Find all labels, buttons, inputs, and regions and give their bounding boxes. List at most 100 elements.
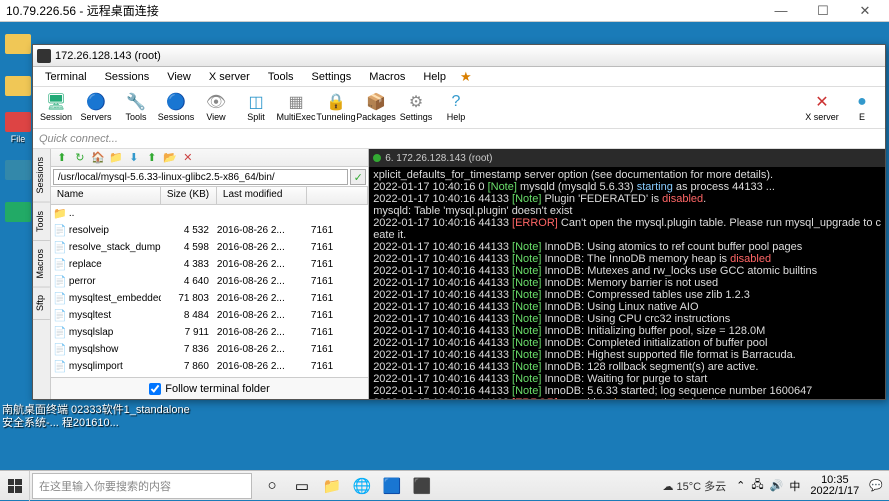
moba-app-icon — [37, 49, 51, 63]
toolbar-sessions-button[interactable]: 🔵Sessions — [157, 89, 195, 127]
terminal-tab-label: 6. 172.26.128.143 (root) — [385, 153, 492, 164]
app-icon[interactable]: 🟦 — [378, 472, 406, 500]
new-folder-icon[interactable]: 📂 — [163, 151, 177, 165]
col-size[interactable]: Size (KB) — [161, 187, 217, 204]
tray-network-icon[interactable]: 🖧 — [751, 476, 763, 495]
file-row[interactable]: 📄mysqltest_embedded71 8032016-08-26 2...… — [51, 290, 368, 307]
taskbar-pinned: ○ ▭ 📁 🌐 🟦 ⬛ — [254, 472, 440, 500]
nav-up-icon[interactable]: ⬆ — [55, 151, 69, 165]
menu-view[interactable]: View — [159, 69, 199, 85]
toolbar-tunneling-button[interactable]: 🔒Tunneling — [317, 89, 355, 127]
task-view-icon[interactable]: ▭ — [288, 472, 316, 500]
start-button[interactable] — [0, 471, 30, 501]
rdp-title: 10.79.226.56 - 远程桌面连接 — [6, 2, 769, 19]
terminal-tab[interactable]: 6. 172.26.128.143 (root) — [369, 149, 885, 167]
quick-connect-bar[interactable]: Quick connect... — [33, 129, 885, 149]
desktop-app-icon[interactable]: File — [2, 110, 34, 146]
menu-sessions[interactable]: Sessions — [97, 69, 158, 85]
toolbar-x server-button[interactable]: ✕X server — [803, 89, 841, 127]
terminal-panel[interactable]: 6. 172.26.128.143 (root) xplicit_default… — [369, 149, 885, 399]
col-owner[interactable] — [307, 187, 368, 204]
taskbar: 在这里输入你要搜索的内容 ○ ▭ 📁 🌐 🟦 ⬛ ☁ 15°C 多云 ⌃ 🖧 🔊… — [0, 470, 889, 500]
rdp-window: 10.79.226.56 - 远程桌面连接 — ☐ ✕ File 172.26.… — [0, 0, 889, 500]
refresh-icon[interactable]: ↻ — [73, 151, 87, 165]
terminal-output[interactable]: xplicit_defaults_for_timestamp server op… — [369, 167, 885, 399]
folder-icon[interactable]: 📁 — [109, 151, 123, 165]
toolbar-servers-button[interactable]: 🔵Servers — [77, 89, 115, 127]
download-icon[interactable]: ⬇ — [127, 151, 141, 165]
favorite-icon[interactable]: ★ — [460, 69, 472, 85]
toolbar-packages-button[interactable]: 📦Packages — [357, 89, 395, 127]
file-list[interactable]: 📁..📄resolveip4 5322016-08-26 2...7161📄re… — [51, 205, 368, 377]
terminal-status-icon — [373, 154, 381, 162]
follow-checkbox[interactable] — [149, 383, 161, 395]
follow-bar: Follow terminal folder — [51, 377, 368, 399]
mobaxterm-window: 172.26.128.143 (root) TerminalSessionsVi… — [32, 44, 886, 400]
desktop-icons: File — [2, 26, 36, 466]
home-icon[interactable]: 🏠 — [91, 151, 105, 165]
notifications-icon[interactable]: 💬 — [869, 479, 883, 492]
minimize-button[interactable]: — — [769, 2, 793, 20]
toolbar-split-button[interactable]: ◫Split — [237, 89, 275, 127]
file-row[interactable]: 📄resolve_stack_dump4 5982016-08-26 2...7… — [51, 239, 368, 256]
desktop-folder-icon[interactable] — [2, 68, 34, 104]
menu-settings[interactable]: Settings — [304, 69, 360, 85]
app-icon[interactable]: ⬛ — [408, 472, 436, 500]
rdp-titlebar[interactable]: 10.79.226.56 - 远程桌面连接 — ☐ ✕ — [0, 0, 889, 22]
desktop-app-icon[interactable] — [2, 194, 34, 230]
file-row[interactable]: 📄mysqlimport7 8602016-08-26 2...7161 — [51, 358, 368, 375]
toolbar-help-button[interactable]: ?Help — [437, 89, 475, 127]
side-tabs: SessionsToolsMacrosSftp — [33, 149, 51, 399]
file-row[interactable]: 📄mysqltest8 4842016-08-26 2...7161 — [51, 307, 368, 324]
toolbar: 🖥Session🔵Servers🔧Tools🔵Sessions👁View◫Spl… — [33, 87, 885, 129]
sidetab-sessions[interactable]: Sessions — [33, 149, 50, 203]
menu-bar: TerminalSessionsViewX serverToolsSetting… — [33, 67, 885, 87]
taskbar-search[interactable]: 在这里输入你要搜索的内容 — [32, 473, 252, 499]
menu-terminal[interactable]: Terminal — [37, 69, 95, 85]
menu-help[interactable]: Help — [415, 69, 454, 85]
maximize-button[interactable]: ☐ — [811, 2, 835, 20]
edge-icon[interactable]: 🌐 — [348, 472, 376, 500]
tray-up-icon[interactable]: ⌃ — [736, 479, 745, 492]
toolbar-session-button[interactable]: 🖥Session — [37, 89, 75, 127]
file-row[interactable]: 📁.. — [51, 205, 368, 222]
tray-volume-icon[interactable]: 🔊 — [770, 479, 784, 492]
taskbar-clock[interactable]: 10:35 2022/1/17 — [810, 475, 859, 497]
toolbar-settings-button[interactable]: ⚙Settings — [397, 89, 435, 127]
toolbar-view-button[interactable]: 👁View — [197, 89, 235, 127]
sidetab-macros[interactable]: Macros — [33, 241, 50, 288]
follow-label: Follow terminal folder — [165, 383, 270, 395]
col-date[interactable]: Last modified — [217, 187, 307, 204]
sidetab-sftp[interactable]: Sftp — [33, 287, 50, 320]
desktop-folder-icon[interactable] — [2, 26, 34, 62]
sidetab-tools[interactable]: Tools — [33, 203, 50, 241]
file-row[interactable]: 📄mysqlshow7 8362016-08-26 2...7161 — [51, 341, 368, 358]
delete-icon[interactable]: ✕ — [181, 151, 195, 165]
moba-titlebar[interactable]: 172.26.128.143 (root) — [33, 45, 885, 67]
toolbar-e-button[interactable]: ●E — [843, 89, 881, 127]
path-go-button[interactable]: ✓ — [350, 169, 366, 185]
upload-icon[interactable]: ⬆ — [145, 151, 159, 165]
file-row[interactable]: 📄replace4 3832016-08-26 2...7161 — [51, 256, 368, 273]
close-button[interactable]: ✕ — [853, 2, 877, 20]
file-row[interactable]: 📄perror4 6402016-08-26 2...7161 — [51, 273, 368, 290]
quick-connect-label: Quick connect... — [39, 133, 118, 145]
desktop-app-icon[interactable] — [2, 152, 34, 188]
tray-ime-icon[interactable]: 中 — [789, 478, 800, 494]
weather-widget[interactable]: ☁ 15°C 多云 — [662, 478, 726, 494]
explorer-icon[interactable]: 📁 — [318, 472, 346, 500]
file-list-header[interactable]: Name Size (KB) Last modified — [51, 187, 368, 205]
path-input[interactable] — [53, 169, 348, 185]
toolbar-multiexec-button[interactable]: ▦MultiExec — [277, 89, 315, 127]
menu-tools[interactable]: Tools — [260, 69, 302, 85]
sftp-panel: ⬆ ↻ 🏠 📁 ⬇ ⬆ 📂 ✕ ✓ Name Size (KB) Last mo — [51, 149, 369, 399]
file-row[interactable]: 📄mysqlslap7 9112016-08-26 2...7161 — [51, 324, 368, 341]
col-name[interactable]: Name — [51, 187, 161, 204]
path-bar: ✓ — [51, 167, 368, 187]
cortana-icon[interactable]: ○ — [258, 472, 286, 500]
menu-x-server[interactable]: X server — [201, 69, 258, 85]
toolbar-tools-button[interactable]: 🔧Tools — [117, 89, 155, 127]
file-row[interactable]: 📄resolveip4 5322016-08-26 2...7161 — [51, 222, 368, 239]
desktop-text: 南航桌面终端 02333软件1_standalone 安全系统-... 程201… — [2, 404, 190, 430]
menu-macros[interactable]: Macros — [361, 69, 413, 85]
